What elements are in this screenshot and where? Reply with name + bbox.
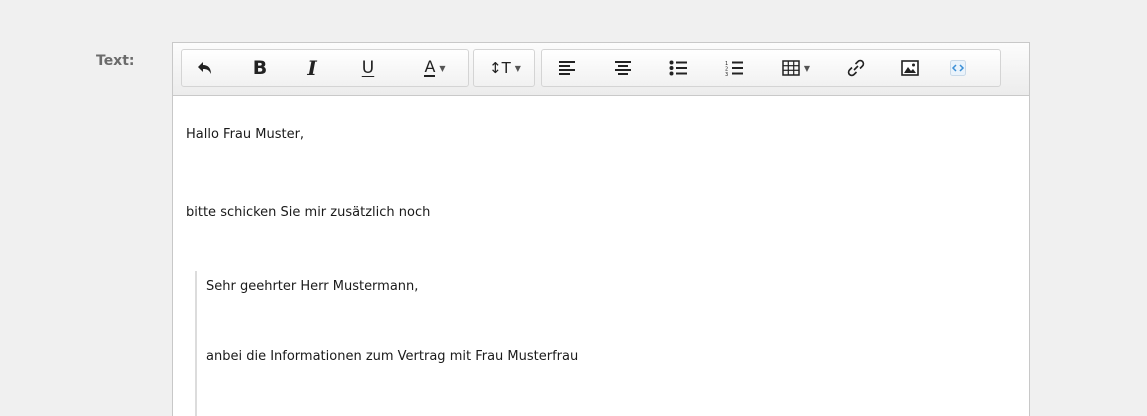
italic-button[interactable]: I (300, 54, 324, 82)
quote-salutation: Sehr geehrter Herr Mustermann, (206, 279, 419, 294)
rich-text-editor[interactable]: B I U A ▼ ↕T ▼ 1 2 3 ▼ Hallo Frau Muster… (172, 42, 1030, 416)
underline-icon: U (361, 58, 375, 78)
toolbar-group-font-size: ↕T ▼ (473, 49, 535, 87)
toolbar-group-paragraph: 1 2 3 ▼ (541, 49, 1001, 87)
quote-body: anbei die Informationen zum Vertrag mit … (206, 349, 579, 364)
font-size-icon: ↕T (489, 59, 511, 77)
toolbar-group-formatting: B I U A ▼ (181, 49, 469, 87)
image-icon (901, 60, 919, 76)
undo-icon (196, 59, 214, 77)
font-size-button[interactable]: ↕T ▼ (484, 54, 526, 82)
italic-icon: I (307, 56, 317, 80)
link-button[interactable] (844, 54, 868, 82)
editor-content-area[interactable]: Hallo Frau Muster, bitte schicken Sie mi… (173, 97, 1029, 416)
paragraph-request: bitte schicken Sie mir zusätzlich noch (186, 205, 431, 220)
align-left-button[interactable] (556, 54, 578, 82)
chevron-down-icon: ▼ (439, 63, 446, 73)
font-color-button[interactable]: A ▼ (410, 54, 460, 82)
numbered-list-button[interactable]: 1 2 3 (722, 54, 746, 82)
bold-icon: B (252, 57, 268, 79)
blockquote-border (195, 271, 197, 416)
font-color-icon: A (424, 57, 436, 77)
bullet-list-button[interactable] (666, 54, 690, 82)
align-left-icon (558, 60, 576, 76)
svg-text:3: 3 (725, 72, 728, 76)
bullet-list-icon (669, 60, 687, 76)
paragraph-greeting: Hallo Frau Muster, (186, 127, 305, 142)
editor-toolbar: B I U A ▼ ↕T ▼ 1 2 3 ▼ (173, 43, 1029, 96)
table-icon (782, 60, 800, 76)
numbered-list-icon: 1 2 3 (725, 60, 743, 76)
chevron-down-icon: ▼ (803, 63, 811, 73)
link-icon (846, 58, 866, 78)
undo-button[interactable] (192, 54, 218, 82)
align-center-button[interactable] (612, 54, 634, 82)
page: Text: B I U A ▼ ↕T ▼ 1 2 3 ▼ Hallo Frau … (0, 0, 1147, 416)
align-center-icon (614, 60, 632, 76)
code-view-icon (950, 60, 966, 76)
chevron-down-icon: ▼ (514, 63, 521, 73)
source-code-button[interactable] (946, 54, 970, 82)
bold-button[interactable]: B (248, 54, 272, 82)
underline-button[interactable]: U (356, 54, 380, 82)
table-button[interactable]: ▼ (774, 54, 818, 82)
text-field-label: Text: (96, 53, 135, 69)
image-button[interactable] (898, 54, 922, 82)
